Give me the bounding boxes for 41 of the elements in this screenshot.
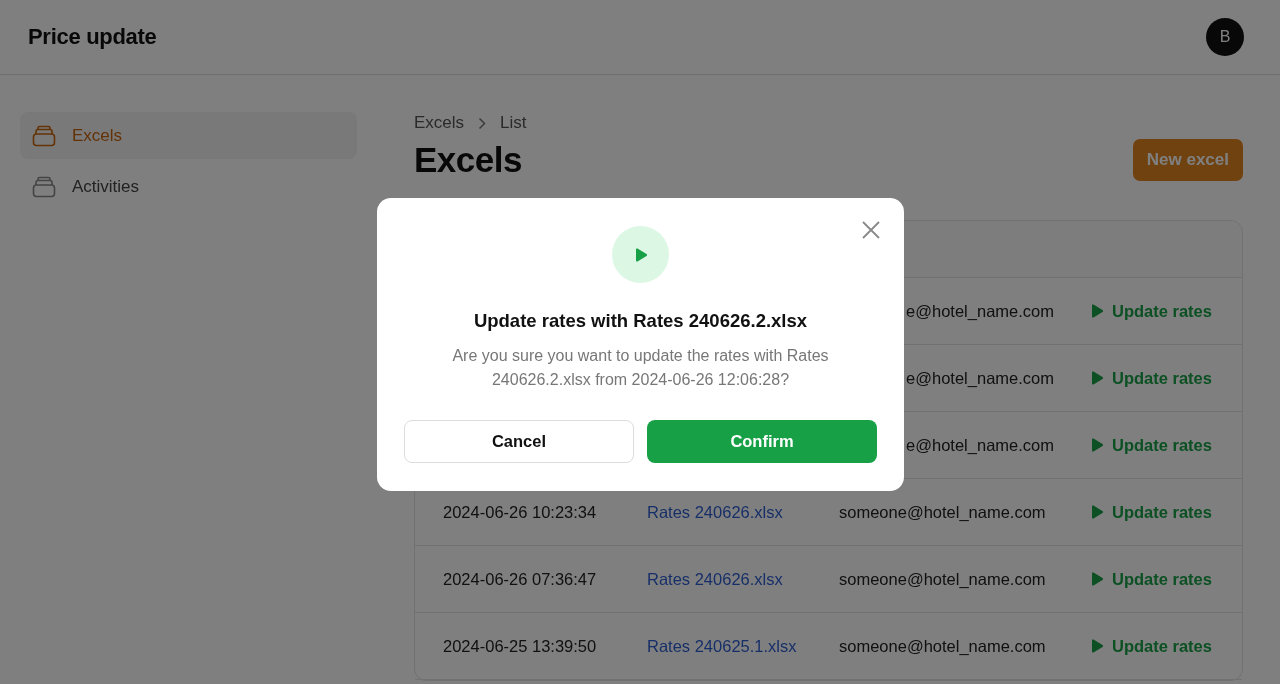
sidebar-item[interactable]: Activities <box>20 163 357 210</box>
chevron-right-icon <box>478 116 487 130</box>
update-rates-link[interactable]: Update rates <box>1091 368 1212 388</box>
file-link[interactable]: Rates 240626.xlsx <box>647 502 839 522</box>
confirm-button[interactable]: Confirm <box>647 420 877 463</box>
update-rates-link[interactable]: Update rates <box>1091 569 1212 589</box>
update-rates-link[interactable]: Update rates <box>1091 636 1212 656</box>
tray-icon <box>32 124 56 147</box>
email-cell-text: someone@hotel_name.com <box>839 502 1047 522</box>
dialog-message: Are you sure you want to update the rates with Rates 240626.2.xlsx from 2024-06-26 12:06:28? <box>451 346 830 390</box>
date-cell-text: 2024-06-26 07:36:47 <box>442 569 598 589</box>
email-cell-text: e@hotel_name.com <box>905 368 1055 388</box>
play-icon <box>1091 505 1103 519</box>
play-icon <box>1091 639 1103 653</box>
update-rates-link[interactable]: Update rates <box>1091 502 1212 522</box>
file-link[interactable]: Rates 240626.xlsx <box>647 569 839 589</box>
new-excel-button[interactable]: New excel <box>1132 139 1243 181</box>
play-icon <box>634 247 647 262</box>
play-icon <box>1091 371 1103 385</box>
sidebar-item[interactable]: Excels <box>20 112 357 159</box>
play-icon <box>1091 572 1103 586</box>
play-icon <box>1091 438 1103 452</box>
close-icon[interactable] <box>861 220 881 240</box>
file-link[interactable]: Rates 240625.1.xlsx <box>647 636 839 656</box>
date-cell-text: 2024-06-26 10:23:34 <box>442 502 598 522</box>
play-icon <box>1091 304 1103 318</box>
email-cell-text: e@hotel_name.com <box>905 435 1055 455</box>
dialog-title: Update rates with Rates 240626.2.xlsx <box>473 310 808 332</box>
breadcrumb-link[interactable]: List <box>500 113 527 133</box>
cancel-button[interactable]: Cancel <box>404 420 634 463</box>
update-rates-link[interactable]: Update rates <box>1091 435 1212 455</box>
date-cell-text: 2024-06-25 13:39:50 <box>442 636 598 656</box>
update-rates-link[interactable]: Update rates <box>1091 301 1212 321</box>
page-title: Excels <box>414 140 522 180</box>
user-avatar[interactable]: B <box>1206 18 1244 56</box>
email-cell-text: someone@hotel_name.com <box>839 636 1047 656</box>
email-cell-text: someone@hotel_name.com <box>839 569 1047 589</box>
email-cell-text: e@hotel_name.com <box>905 301 1055 321</box>
tray-icon <box>32 175 56 198</box>
breadcrumb-link[interactable]: Excels <box>414 113 465 133</box>
app-title: Price update <box>28 24 157 50</box>
